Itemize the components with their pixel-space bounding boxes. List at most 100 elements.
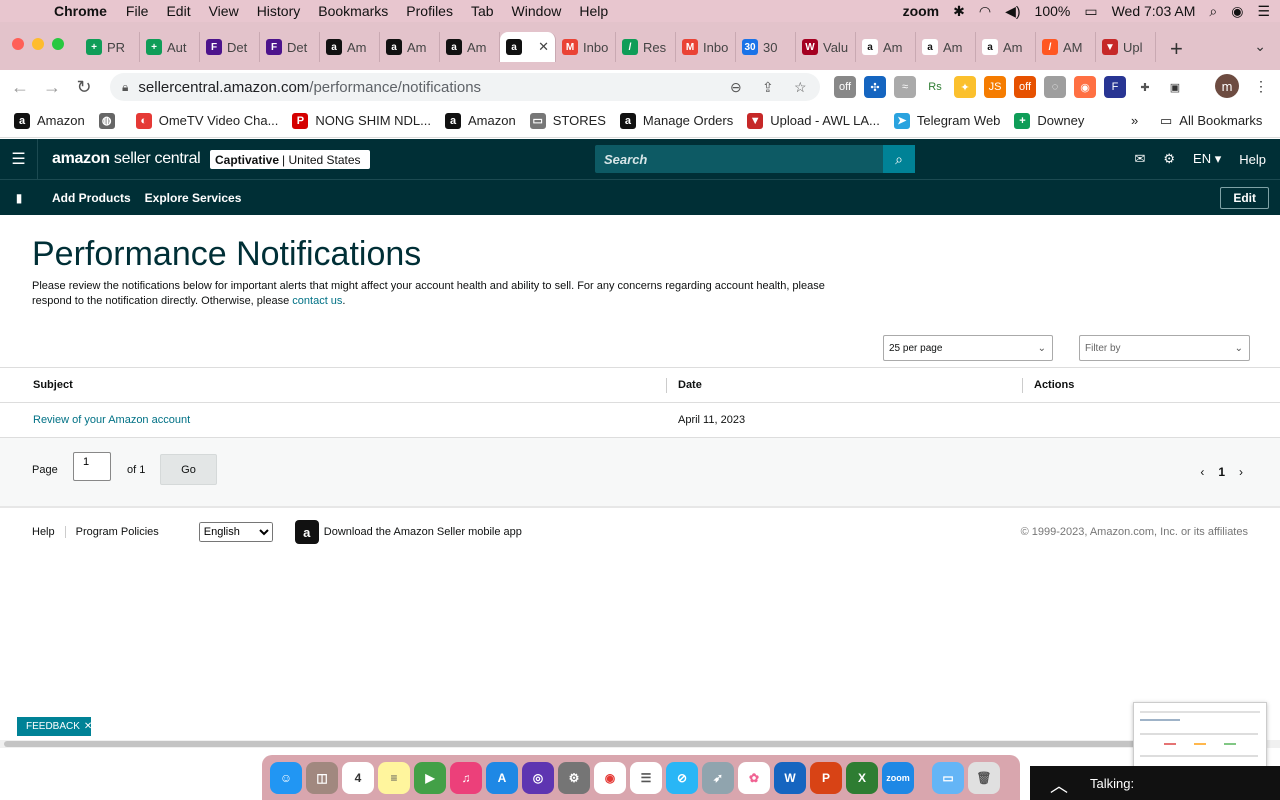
word-icon[interactable]: W [774, 761, 806, 794]
bluetooth-icon[interactable]: ✱ [953, 3, 965, 20]
menu-file[interactable]: File [126, 3, 149, 19]
menu-history[interactable]: History [257, 3, 301, 19]
menu-help[interactable]: Help [579, 3, 608, 19]
battery-icon[interactable]: ▭ [1084, 3, 1097, 20]
zoom-status[interactable]: zoom [903, 3, 940, 19]
language-dropdown[interactable]: English [198, 522, 273, 542]
bookmark-star-icon[interactable]: ☆ [794, 79, 807, 96]
zoom-lens-icon[interactable]: ⊖ [730, 79, 742, 96]
minimize-window-button[interactable] [32, 38, 44, 50]
extension-f-icon[interactable]: F [1104, 76, 1126, 98]
bookmark-item[interactable]: ▼ Upload - AWL LA... [747, 112, 880, 129]
wifi-icon[interactable]: ◠ [979, 3, 991, 20]
reminders-icon[interactable]: ☰ [630, 761, 662, 794]
extension-grey-icon[interactable]: ≈ [894, 76, 916, 98]
browser-tab[interactable]: a Am [856, 32, 916, 62]
extension-star-icon[interactable]: ✦ [954, 76, 976, 98]
finder-icon[interactable]: ☺ [270, 761, 302, 794]
battery-percent[interactable]: 100% [1035, 3, 1071, 19]
explore-services-link[interactable]: Explore Services [145, 191, 242, 205]
current-page-number[interactable]: 1 [1218, 465, 1225, 479]
per-page-select[interactable]: 25 per page ⌄ [883, 335, 1053, 361]
bookmark-icon[interactable]: ▮ [0, 191, 38, 205]
horizontal-scrollbar[interactable] [0, 740, 1280, 748]
back-arrow-icon[interactable]: ← [8, 77, 32, 98]
extension-blue-icon[interactable]: ✣ [864, 76, 886, 98]
seller-app-icon[interactable]: a [294, 520, 319, 544]
download-app-link[interactable]: Download the Amazon Seller mobile app [324, 526, 522, 538]
trash-icon[interactable]: 🗑︎ [968, 761, 1000, 794]
browser-tab[interactable]: F Det [200, 32, 260, 62]
filter-select[interactable]: Filter by ⌄ [1079, 335, 1250, 361]
notification-subject-link[interactable]: Review of your Amazon account [33, 414, 190, 426]
notes-icon[interactable]: ≡ [378, 761, 410, 794]
app-store-icon[interactable]: A [486, 761, 518, 794]
help-link[interactable]: Help [1239, 152, 1266, 167]
menu-bookmarks[interactable]: Bookmarks [318, 3, 388, 19]
footer-help-link[interactable]: Help [32, 526, 66, 538]
language-selector[interactable]: EN ▾ [1193, 151, 1221, 167]
contacts-icon[interactable]: ◫ [306, 761, 338, 794]
spotlight-icon[interactable]: ⌕ [1209, 3, 1217, 20]
side-panel-icon[interactable]: ▣ [1164, 76, 1186, 98]
control-center-icon[interactable]: ☰ [1257, 3, 1270, 20]
edit-button[interactable]: Edit [1220, 187, 1269, 209]
previous-page-chevron-icon[interactable]: ‹ [1200, 465, 1204, 479]
browser-tab[interactable]: a Am [440, 32, 500, 62]
store-switcher[interactable]: Captivative | United States [210, 150, 370, 169]
search-button[interactable]: ⌕ [883, 145, 915, 173]
system-preferences-icon[interactable]: ⚙ [558, 761, 590, 794]
bookmark-item[interactable]: + Downey [1014, 112, 1084, 129]
menu-window[interactable]: Window [512, 3, 562, 19]
extension-circle-icon[interactable]: ◉ [1074, 76, 1096, 98]
new-tab-button[interactable]: + [1170, 36, 1183, 62]
extension-rs-icon[interactable]: Rs [924, 76, 946, 98]
calendar-icon[interactable]: 4 [342, 761, 374, 794]
menu-edit[interactable]: Edit [166, 3, 190, 19]
close-icon[interactable]: ✕ [84, 721, 92, 732]
extension-orange-off-icon[interactable]: off [1014, 76, 1036, 98]
forward-arrow-icon[interactable]: → [40, 77, 64, 98]
browser-tab[interactable]: + PR [80, 32, 140, 62]
go-button[interactable]: Go [160, 454, 217, 485]
downloads-folder-icon[interactable]: ▭ [932, 761, 964, 794]
clock[interactable]: Wed 7:03 AM [1112, 3, 1196, 19]
extension-cloud-icon[interactable]: ◌ [1044, 76, 1066, 98]
close-window-button[interactable] [12, 38, 24, 50]
volume-icon[interactable]: ◀) [1005, 3, 1020, 20]
browser-tab[interactable]: M Inbo [676, 32, 736, 62]
share-icon[interactable]: ⇪ [762, 79, 774, 96]
browser-tab[interactable]: a ✕ [500, 32, 556, 62]
zoom-talking-indicator[interactable]: ︿ Talking: [1030, 766, 1280, 800]
siri-icon[interactable]: ◉ [1231, 3, 1243, 20]
add-products-link[interactable]: Add Products [52, 191, 131, 205]
hamburger-menu-icon[interactable]: ☰ [0, 139, 38, 179]
bookmark-item[interactable]: ▭ STORES [529, 112, 606, 129]
menu-profiles[interactable]: Profiles [406, 3, 453, 19]
browser-tab[interactable]: a Am [380, 32, 440, 62]
browser-tab[interactable]: a Am [976, 32, 1036, 62]
browser-tab[interactable]: ▼ Upl [1096, 32, 1156, 62]
bookmark-item[interactable]: a Amazon [14, 112, 85, 129]
extension-js-icon[interactable]: JS [984, 76, 1006, 98]
browser-tab[interactable]: / Res [616, 32, 676, 62]
bookmark-item[interactable]: a Amazon [445, 112, 516, 129]
tab-search-chevron-icon[interactable]: ⌄ [1254, 38, 1266, 55]
all-bookmarks-folder[interactable]: ▭ All Bookmarks [1160, 113, 1262, 129]
menu-tab[interactable]: Tab [471, 3, 494, 19]
chevron-up-icon[interactable]: ︿ [1050, 772, 1068, 798]
powerpoint-icon[interactable]: P [810, 761, 842, 794]
contact-us-link[interactable]: contact us [292, 295, 342, 307]
safari-icon[interactable]: ⊘ [666, 761, 698, 794]
extensions-puzzle-icon[interactable]: ✚ [1134, 76, 1156, 98]
photos-icon[interactable]: ✿ [738, 761, 770, 794]
zoom-window-button[interactable] [52, 38, 64, 50]
zoom-app-icon[interactable]: zoom [882, 761, 914, 794]
bookmarks-overflow[interactable]: » [1131, 113, 1138, 128]
mail-icon[interactable]: ✉ [1134, 151, 1145, 167]
bookmark-item[interactable]: ◐ OmeTV Video Cha... [135, 112, 278, 129]
menu-view[interactable]: View [209, 3, 239, 19]
browser-menu-icon[interactable]: ⋮ [1254, 78, 1268, 95]
screenshot-thumbnail[interactable] [1133, 702, 1267, 772]
bookmark-item[interactable]: ◍ [98, 112, 122, 129]
